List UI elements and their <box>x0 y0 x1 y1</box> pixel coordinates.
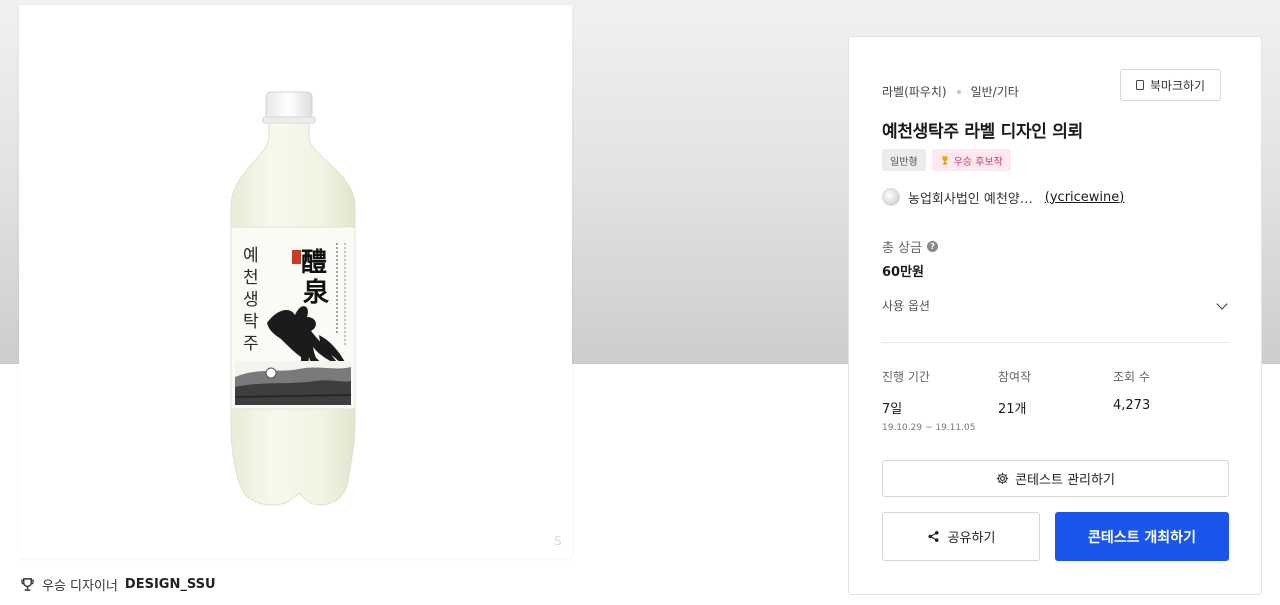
bookmark-icon <box>1135 80 1144 90</box>
stat-period-value: 7일 <box>882 402 903 417</box>
stat-entries: 참여작 21개 <box>998 368 1031 417</box>
label-korean-char: 생 <box>243 290 259 310</box>
breadcrumb-subcategory[interactable]: 일반/기타 <box>971 83 1019 100</box>
prize-label: 총 상금 <box>882 241 923 256</box>
prize-value: 60만원 <box>882 265 925 280</box>
label-korean-char: 천 <box>243 268 259 288</box>
host-id-link[interactable]: (ycricewine) <box>1045 190 1125 205</box>
usage-options-label: 사용 옵션 <box>882 299 930 313</box>
contest-tags: 일반형 우승 후보작 <box>882 149 1011 171</box>
share-button[interactable]: 공유하기 <box>882 512 1040 561</box>
stat-period-label: 진행 기간 <box>882 370 930 384</box>
chevron-down-icon[interactable] <box>1216 297 1228 310</box>
prize-label-row: 총 상금 ? <box>882 237 939 256</box>
manage-contest-label: 콘테스트 관리하기 <box>1015 473 1115 488</box>
winner-name[interactable]: DESIGN_SSU <box>125 577 216 592</box>
trophy-icon <box>942 156 948 165</box>
share-label: 공유하기 <box>947 531 996 546</box>
host-avatar <box>882 188 900 206</box>
breadcrumb-category[interactable]: 라벨(파우치) <box>882 83 947 100</box>
award-tag-label: 우승 후보작 <box>953 156 1003 168</box>
contest-title: 예천생탁주 라벨 디자인 의뢰 <box>882 122 1083 142</box>
product-image[interactable]: 예 천 생 탁 주 醴 泉 S <box>19 5 572 558</box>
stat-period: 진행 기간 7일 19.10.29 ~ 19.11.05 <box>882 368 975 433</box>
host-contest-label: 콘테스트 개최하기 <box>1088 529 1196 546</box>
share-icon <box>928 531 939 542</box>
trophy-icon <box>21 577 34 591</box>
contest-info-panel: 라벨(파우치) 일반/기타 북마크하기 예천생탁주 라벨 디자인 의뢰 일반형 … <box>848 36 1262 595</box>
winner-designer: 우승 디자이너 DESIGN_SSU <box>20 574 216 594</box>
usage-options-toggle[interactable]: 사용 옵션 <box>882 297 1230 314</box>
contest-type-tag: 일반형 <box>882 149 926 171</box>
manage-contest-button[interactable]: 콘테스트 관리하기 <box>882 460 1229 497</box>
gear-icon <box>996 472 1009 485</box>
breadcrumb-separator <box>956 89 961 94</box>
bookmark-label: 북마크하기 <box>1149 78 1206 93</box>
label-korean-char: 예 <box>243 246 259 266</box>
host-name: 농업회사법인 예천양… <box>908 191 1033 207</box>
host-contest-button[interactable]: 콘테스트 개최하기 <box>1055 512 1229 561</box>
host-info[interactable]: 농업회사법인 예천양… (ycricewine) <box>882 187 1124 207</box>
landscape-illustration <box>234 361 352 405</box>
bookmark-button[interactable]: 북마크하기 <box>1120 69 1221 101</box>
label-hanja-char: 泉 <box>303 277 330 308</box>
makgeolli-bottle-illustration: 예 천 생 탁 주 醴 泉 S <box>230 91 562 548</box>
winner-prefix: 우승 디자이너 <box>42 578 118 594</box>
stat-views-value: 4,273 <box>1113 398 1151 413</box>
label-korean-char: 탁 <box>243 312 259 332</box>
help-icon[interactable]: ? <box>927 241 939 252</box>
contest-stats: 진행 기간 7일 19.10.29 ~ 19.11.05 참여작 21개 조회 … <box>882 368 1230 438</box>
stat-entries-value: 21개 <box>998 402 1027 417</box>
stat-views: 조회 수 4,273 <box>1113 368 1150 413</box>
stat-entries-label: 참여작 <box>998 370 1032 384</box>
divider <box>882 342 1229 343</box>
stat-period-dates: 19.10.29 ~ 19.11.05 <box>882 423 976 433</box>
stat-views-label: 조회 수 <box>1113 370 1150 384</box>
red-seal-icon <box>292 250 301 264</box>
label-korean-char: 주 <box>243 334 259 354</box>
svg-text:S: S <box>554 534 562 548</box>
breadcrumb: 라벨(파우치) 일반/기타 <box>882 83 1019 100</box>
label-hanja-char: 醴 <box>301 248 327 278</box>
award-candidate-tag: 우승 후보작 <box>931 149 1011 171</box>
